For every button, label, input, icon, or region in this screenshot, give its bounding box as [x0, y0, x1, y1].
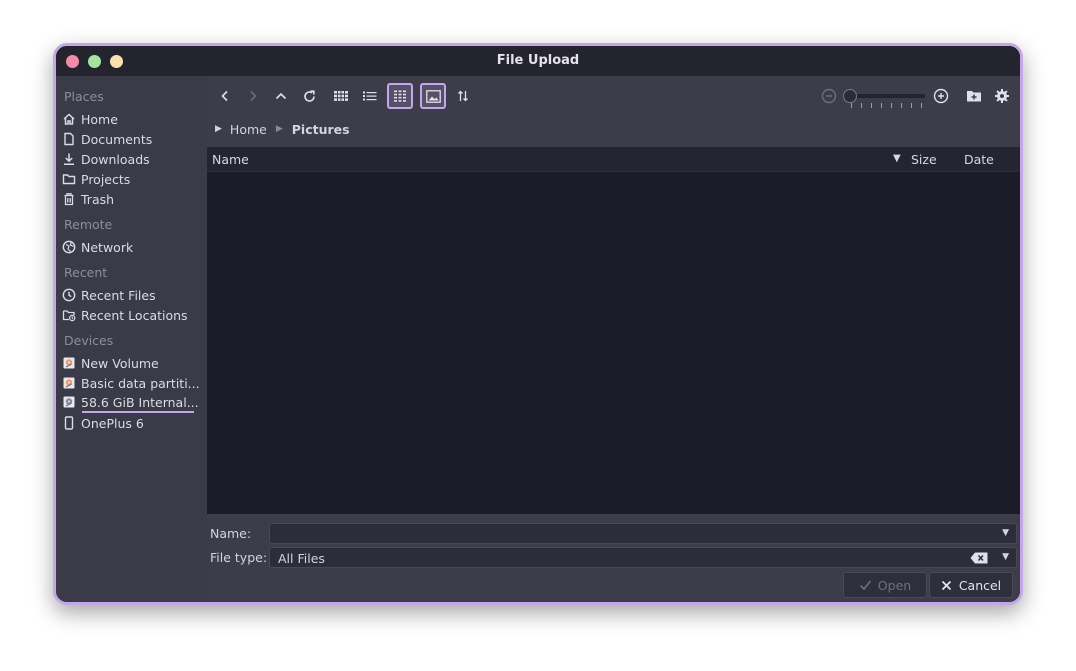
drive-icon — [62, 395, 76, 409]
close-icon — [941, 580, 951, 590]
cancel-button-label: Cancel — [958, 577, 1002, 593]
details-view-button[interactable] — [387, 83, 413, 109]
title-bar[interactable]: File Upload — [56, 46, 1020, 76]
breadcrumb-expand-icon[interactable]: ▶ — [215, 124, 222, 134]
open-button[interactable]: Open — [843, 572, 927, 598]
sidebar-item-recent-locations[interactable]: Recent Locations — [62, 306, 202, 324]
phone-icon — [62, 416, 76, 430]
column-header-name[interactable]: Name — [212, 152, 249, 167]
clock-icon — [62, 288, 76, 302]
download-icon — [62, 152, 76, 166]
sidebar-item-basic-data-partition[interactable]: Basic data partiti... — [62, 374, 202, 392]
zoom-in-icon — [933, 88, 949, 104]
filetype-value: All Files — [278, 551, 325, 566]
column-header-row: Name ▼ Size Date — [207, 147, 1020, 172]
places-sidebar: Places Home Documents Downloads Projects — [56, 76, 207, 602]
home-icon — [62, 112, 76, 126]
icons-view-button[interactable] — [329, 84, 353, 108]
preview-toggle-button[interactable] — [420, 83, 446, 109]
sidebar-heading-devices: Devices — [64, 333, 114, 348]
new-folder-button[interactable] — [962, 84, 986, 108]
clear-filter-icon[interactable] — [970, 552, 988, 567]
sidebar-item-label: Documents — [81, 131, 153, 147]
sidebar-item-documents[interactable]: Documents — [62, 130, 202, 148]
window-title: File Upload — [496, 53, 580, 68]
mounted-indicator — [82, 411, 194, 413]
column-header-date[interactable]: Date — [964, 152, 994, 167]
drive-icon — [62, 356, 76, 370]
name-field[interactable]: ▼ — [269, 523, 1017, 544]
image-preview-icon — [425, 89, 441, 103]
sort-descending-icon[interactable]: ▼ — [893, 153, 901, 164]
grid-icon — [334, 91, 348, 101]
zoom-out-icon — [821, 88, 837, 104]
sidebar-item-label: Trash — [81, 191, 115, 207]
sort-icon — [458, 90, 468, 102]
sidebar-item-label: 58.6 GiB Internal... — [81, 394, 199, 410]
column-header-size[interactable]: Size — [911, 152, 937, 167]
file-upload-dialog: File Upload Places Home Documents Downlo… — [53, 43, 1023, 605]
forward-button[interactable] — [241, 84, 265, 108]
zoom-out-button[interactable] — [817, 84, 841, 108]
drive-icon — [62, 376, 76, 390]
zoom-slider-handle[interactable] — [843, 89, 857, 103]
sidebar-item-label: OnePlus 6 — [81, 415, 144, 431]
sidebar-item-oneplus-6[interactable]: OnePlus 6 — [62, 414, 202, 432]
gear-icon — [995, 89, 1009, 103]
compact-view-button[interactable] — [358, 84, 382, 108]
sidebar-item-label: Basic data partiti... — [81, 375, 200, 391]
sidebar-item-label: Projects — [81, 171, 131, 187]
trash-icon — [62, 192, 76, 206]
sidebar-item-internal-drive[interactable]: 58.6 GiB Internal... — [62, 393, 202, 411]
sidebar-item-new-volume[interactable]: New Volume — [62, 354, 202, 372]
breadcrumb: ▶ Home ▶ Pictures — [215, 118, 350, 140]
open-button-label: Open — [877, 577, 912, 593]
sidebar-item-trash[interactable]: Trash — [62, 190, 202, 208]
breadcrumb-home[interactable]: Home — [230, 122, 267, 137]
sidebar-item-label: Recent Locations — [81, 307, 188, 323]
parent-folder-button[interactable] — [269, 84, 293, 108]
filetype-select[interactable]: All Files ▼ — [269, 547, 1017, 568]
sidebar-item-label: Network — [81, 239, 134, 255]
chevron-right-icon — [250, 90, 257, 102]
back-button[interactable] — [213, 84, 237, 108]
file-list[interactable]: Name ▼ Size Date — [207, 147, 1020, 514]
name-label: Name: — [210, 526, 252, 541]
sidebar-item-home[interactable]: Home — [62, 110, 202, 128]
cancel-button[interactable]: Cancel — [929, 572, 1013, 598]
breadcrumb-pictures[interactable]: Pictures — [292, 122, 350, 137]
reload-button[interactable] — [297, 84, 321, 108]
list-icon — [363, 91, 377, 101]
zoom-slider[interactable] — [843, 86, 925, 108]
details-view-icon — [394, 90, 406, 102]
folder-icon — [62, 172, 76, 186]
document-icon — [62, 132, 76, 146]
sidebar-item-label: Downloads — [81, 151, 150, 167]
zoom-in-button[interactable] — [929, 84, 953, 108]
settings-button[interactable] — [990, 84, 1014, 108]
sidebar-heading-recent: Recent — [64, 265, 108, 280]
sidebar-item-recent-files[interactable]: Recent Files — [62, 286, 202, 304]
sidebar-item-label: Recent Files — [81, 287, 156, 303]
sort-button[interactable] — [451, 84, 475, 108]
sidebar-item-label: Home — [81, 111, 118, 127]
sidebar-item-label: New Volume — [81, 355, 159, 371]
chevron-up-icon — [275, 92, 287, 100]
name-dropdown-chevron-icon[interactable]: ▼ — [1002, 528, 1009, 538]
recent-folder-icon — [62, 308, 76, 322]
chevron-left-icon — [221, 90, 228, 102]
network-icon — [62, 240, 76, 254]
sidebar-item-projects[interactable]: Projects — [62, 170, 202, 188]
sidebar-heading-remote: Remote — [64, 217, 113, 232]
filetype-label: File type: — [210, 550, 268, 565]
sidebar-item-downloads[interactable]: Downloads — [62, 150, 202, 168]
new-folder-icon — [967, 91, 981, 102]
breadcrumb-separator-icon: ▶ — [275, 124, 283, 134]
checkmark-icon — [859, 580, 871, 591]
reload-icon — [303, 89, 315, 102]
filetype-dropdown-chevron-icon[interactable]: ▼ — [1002, 552, 1009, 562]
main-pane: ▶ Home ▶ Pictures Name ▼ Size Date Name:… — [207, 76, 1020, 602]
sidebar-item-network[interactable]: Network — [62, 238, 202, 256]
sidebar-heading-places: Places — [64, 89, 104, 104]
